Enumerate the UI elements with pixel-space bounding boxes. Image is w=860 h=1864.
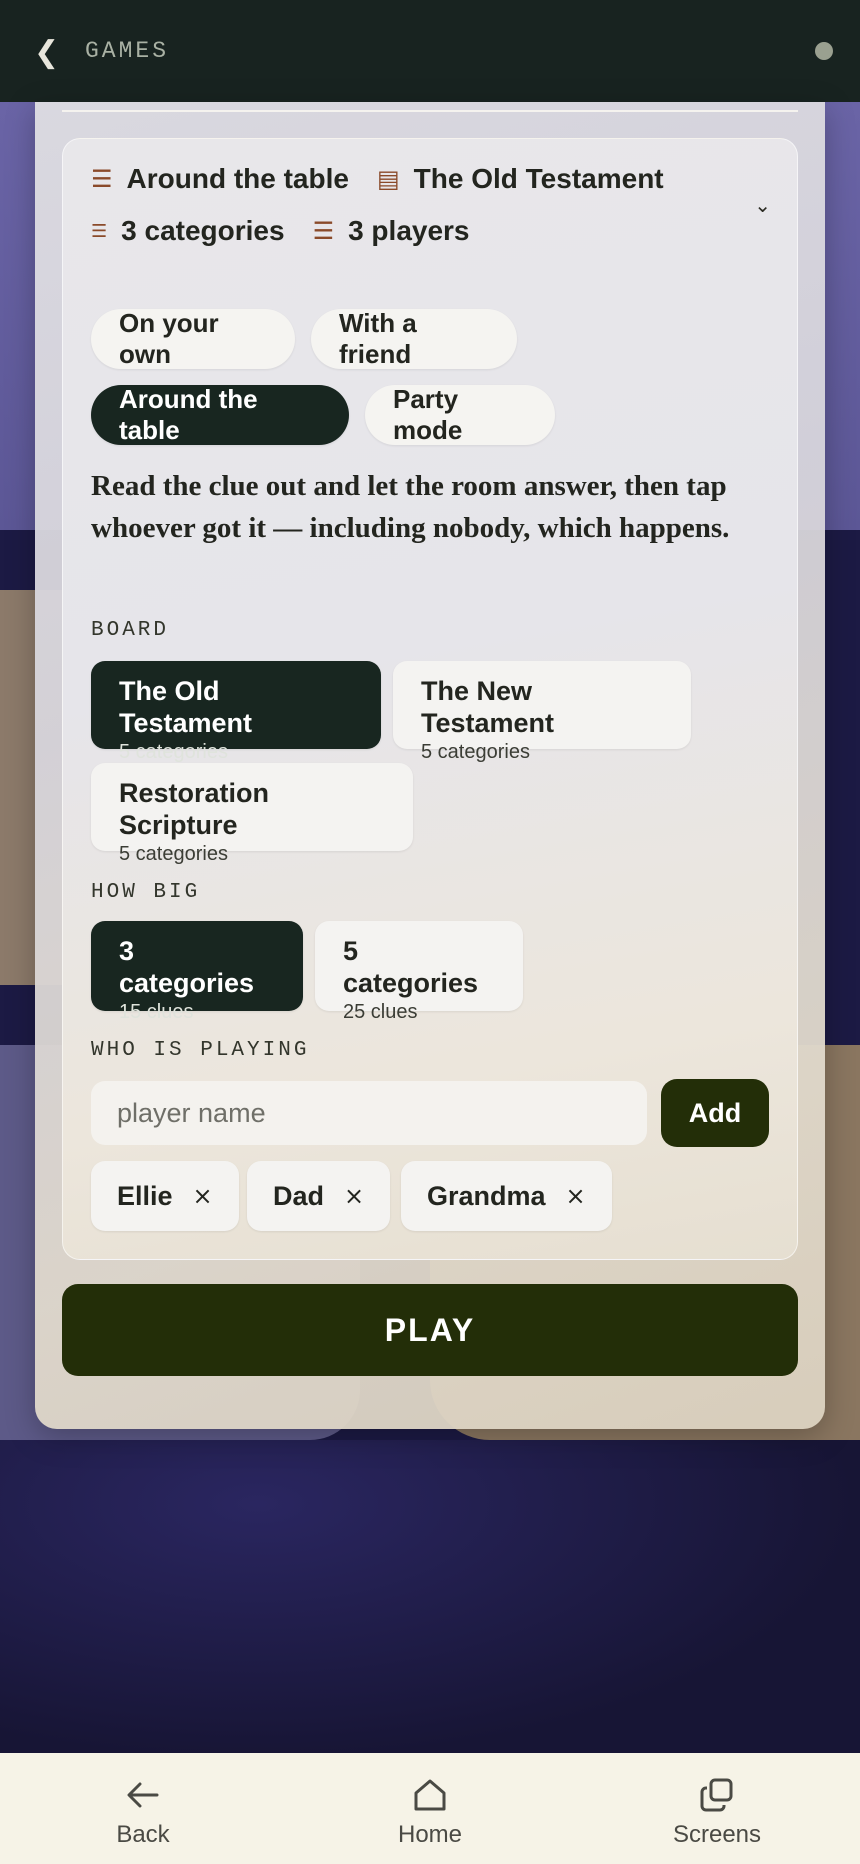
- nav-home[interactable]: Home: [287, 1753, 573, 1864]
- background-block: [0, 1440, 860, 1760]
- player-chip: Dad ×: [247, 1161, 391, 1231]
- mode-pill-party-mode[interactable]: Party mode: [365, 384, 555, 445]
- size-option-5-categories[interactable]: 5 categories 25 clues: [315, 921, 523, 1023]
- list-icon: ☰: [91, 165, 113, 193]
- player-name-input[interactable]: player name: [91, 1081, 647, 1145]
- player-name: Grandma: [427, 1180, 546, 1211]
- game-setup-panel: ☰ Around the table ▤ The Old Testament ☰…: [35, 102, 825, 1429]
- option-title: The Old Testament: [119, 676, 253, 738]
- page-title: GAMES: [85, 38, 170, 64]
- nav-screens-label: Screens: [672, 1821, 762, 1848]
- nav-screens[interactable]: Screens: [574, 1753, 860, 1864]
- option-subtitle: 5 categories: [119, 741, 228, 763]
- summary-board: The Old Testament: [413, 163, 664, 194]
- remove-player-icon[interactable]: ×: [566, 1182, 586, 1210]
- size-option-3-categories[interactable]: 3 categories 15 clues: [91, 921, 303, 1023]
- categories-icon: ☰: [91, 220, 108, 242]
- chevron-down-icon[interactable]: ⌄: [754, 193, 771, 217]
- players-label: WHO IS PLAYING: [91, 1039, 310, 1062]
- board-option-new-testament[interactable]: The New Testament 5 categories: [393, 661, 691, 763]
- board-label: BOARD: [91, 619, 170, 642]
- play-button[interactable]: PLAY: [62, 1284, 798, 1376]
- screens-icon: [700, 1778, 733, 1812]
- option-title: Restoration Scripture: [119, 778, 270, 840]
- nav-back-label: Back: [116, 1821, 170, 1848]
- players-icon: ☰: [312, 217, 335, 245]
- option-subtitle: 25 clues: [343, 1001, 418, 1023]
- board-option-old-testament[interactable]: The Old Testament 5 categories: [91, 661, 381, 763]
- summary-mode: Around the table: [126, 163, 349, 194]
- mode-pill-around-the-table[interactable]: Around the table: [91, 384, 349, 445]
- board-option-restoration-scripture[interactable]: Restoration Scripture 5 categories: [91, 763, 413, 865]
- nav-back[interactable]: Back: [0, 1753, 286, 1864]
- remove-player-icon[interactable]: ×: [193, 1182, 213, 1210]
- mode-pill-with-a-friend[interactable]: With a friend: [311, 308, 517, 369]
- setup-card: ☰ Around the table ▤ The Old Testament ☰…: [62, 138, 798, 1260]
- book-icon: ▤: [376, 165, 400, 193]
- divider: [62, 110, 798, 112]
- system-nav-bar: Back Home Screens: [0, 1753, 860, 1864]
- option-title: 5 categories: [343, 936, 479, 998]
- size-label: HOW BIG: [91, 881, 201, 904]
- top-bar: ❮ GAMES: [0, 0, 860, 102]
- remove-player-icon[interactable]: ×: [344, 1182, 364, 1210]
- nav-home-label: Home: [397, 1821, 463, 1848]
- home-icon: [414, 1779, 446, 1811]
- player-name: Ellie: [117, 1180, 173, 1211]
- back-chevron-icon[interactable]: ❮: [34, 38, 59, 68]
- summary-row-2[interactable]: ☰ 3 categories ☰ 3 players: [91, 215, 470, 247]
- add-player-button[interactable]: Add: [661, 1079, 769, 1147]
- player-chip: Grandma ×: [401, 1161, 612, 1231]
- player-name: Dad: [273, 1180, 325, 1211]
- option-title: 3 categories: [119, 936, 255, 998]
- option-subtitle: 5 categories: [119, 843, 228, 865]
- option-title: The New Testament: [421, 676, 555, 738]
- mode-pill-on-your-own[interactable]: On your own: [91, 308, 295, 369]
- summary-size: 3 categories: [121, 215, 285, 246]
- status-dot-icon: [815, 42, 833, 60]
- option-subtitle: 15 clues: [119, 1001, 194, 1023]
- mode-description: Read the clue out and let the room answe…: [91, 470, 730, 544]
- option-subtitle: 5 categories: [421, 741, 530, 763]
- summary-players: 3 players: [348, 215, 470, 246]
- arrow-left-icon: [127, 1782, 159, 1808]
- player-chip: Ellie ×: [91, 1161, 239, 1231]
- summary-row-1[interactable]: ☰ Around the table ▤ The Old Testament: [91, 163, 664, 195]
